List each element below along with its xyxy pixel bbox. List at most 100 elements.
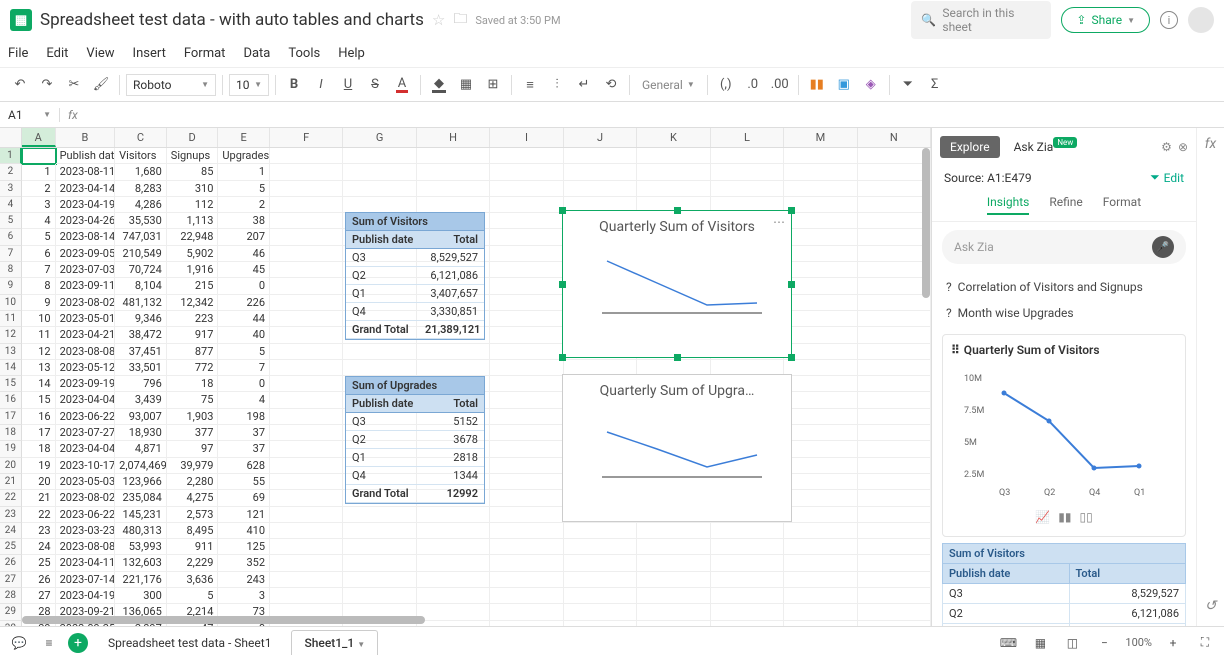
cell[interactable]: 2023-08-02: [56, 490, 116, 506]
text-rotation-button[interactable]: ⟲: [599, 73, 623, 97]
cell[interactable]: 21: [22, 490, 56, 506]
cell[interactable]: [784, 572, 857, 588]
cell[interactable]: 5: [218, 344, 270, 360]
column-header[interactable]: B: [56, 128, 116, 147]
cell[interactable]: [270, 490, 343, 506]
cell[interactable]: [637, 164, 710, 180]
cell[interactable]: 16: [22, 409, 56, 425]
user-avatar[interactable]: [1188, 7, 1214, 33]
cell[interactable]: 132,603: [115, 555, 167, 571]
cell[interactable]: [858, 392, 931, 408]
cell[interactable]: 5: [167, 588, 219, 604]
column-header[interactable]: A: [22, 128, 56, 147]
cell[interactable]: [858, 360, 931, 376]
cell[interactable]: [784, 588, 857, 604]
cell[interactable]: 39,979: [167, 458, 219, 474]
menu-tools[interactable]: Tools: [288, 46, 320, 61]
cell[interactable]: [490, 148, 563, 164]
cell[interactable]: [270, 507, 343, 523]
cell[interactable]: 6: [22, 246, 56, 262]
cell[interactable]: 2023-03-23: [56, 523, 116, 539]
cell[interactable]: 5: [22, 229, 56, 245]
cell[interactable]: 2023-04-19: [56, 588, 116, 604]
cell-reference-box[interactable]: A1▼: [0, 108, 60, 122]
add-sheet-button[interactable]: +: [68, 633, 88, 653]
cell[interactable]: 11: [22, 327, 56, 343]
cell[interactable]: 300: [115, 588, 167, 604]
sheet-tab-2[interactable]: Sheet1_1 ▼: [291, 630, 378, 655]
cell[interactable]: 4: [218, 392, 270, 408]
cell[interactable]: 207: [218, 229, 270, 245]
cell[interactable]: 911: [167, 539, 219, 555]
cell[interactable]: [490, 474, 563, 490]
cell[interactable]: [858, 229, 931, 245]
cell[interactable]: [784, 229, 857, 245]
menu-format[interactable]: Format: [184, 46, 226, 61]
column-header[interactable]: D: [167, 128, 219, 147]
cell[interactable]: [270, 588, 343, 604]
cell[interactable]: [343, 360, 416, 376]
cell[interactable]: [490, 311, 563, 327]
cell[interactable]: 2023-07-27: [56, 425, 116, 441]
decimal-dec-icon[interactable]: .0: [741, 73, 765, 97]
cell[interactable]: 35,530: [115, 213, 167, 229]
cell[interactable]: 221,176: [115, 572, 167, 588]
cell[interactable]: 25: [22, 555, 56, 571]
cell[interactable]: 8,104: [115, 278, 167, 294]
cell[interactable]: [784, 376, 857, 392]
decimal-inc-icon[interactable]: .00: [768, 73, 792, 97]
align-left-button[interactable]: ≡: [518, 73, 542, 97]
menu-view[interactable]: View: [86, 46, 114, 61]
text-color-button[interactable]: A: [390, 73, 414, 97]
cell[interactable]: [343, 588, 416, 604]
cell[interactable]: [270, 392, 343, 408]
menu-help[interactable]: Help: [338, 46, 365, 61]
cell[interactable]: Upgrades: [218, 148, 270, 164]
cell[interactable]: [858, 181, 931, 197]
cell[interactable]: [637, 572, 710, 588]
cell[interactable]: [417, 523, 490, 539]
cell[interactable]: [490, 246, 563, 262]
scissors-icon[interactable]: ✂: [62, 73, 86, 97]
cell[interactable]: 7: [22, 262, 56, 278]
cell[interactable]: [490, 262, 563, 278]
cell[interactable]: [343, 181, 416, 197]
cell[interactable]: [784, 555, 857, 571]
cell[interactable]: 3: [218, 588, 270, 604]
chart-upgrades[interactable]: Quarterly Sum of Upgra…: [562, 374, 792, 522]
cell[interactable]: [417, 197, 490, 213]
tab-format[interactable]: Format: [1103, 195, 1141, 215]
cell[interactable]: [343, 148, 416, 164]
cell[interactable]: 2023-04-26: [56, 213, 116, 229]
close-panel-icon[interactable]: ⊗: [1178, 140, 1188, 154]
cell[interactable]: [343, 507, 416, 523]
cell[interactable]: 1: [218, 164, 270, 180]
cell[interactable]: 4,286: [115, 197, 167, 213]
help-icon[interactable]: i: [1160, 11, 1178, 29]
cell[interactable]: 352: [218, 555, 270, 571]
strikethrough-button[interactable]: S: [363, 73, 387, 97]
cell[interactable]: [270, 181, 343, 197]
cell[interactable]: [417, 164, 490, 180]
cell[interactable]: 37: [218, 441, 270, 457]
cell[interactable]: [270, 278, 343, 294]
chart-menu-icon[interactable]: ⋯: [773, 215, 785, 229]
cell[interactable]: [711, 572, 784, 588]
filter-icon[interactable]: ⏷: [896, 73, 920, 97]
cell[interactable]: 2023-04-04: [56, 441, 116, 457]
merge-button[interactable]: ⊞: [481, 73, 505, 97]
cell[interactable]: [784, 539, 857, 555]
cell[interactable]: [784, 458, 857, 474]
cell[interactable]: [858, 555, 931, 571]
cell[interactable]: [490, 164, 563, 180]
cell[interactable]: [858, 409, 931, 425]
cell[interactable]: [490, 458, 563, 474]
cell[interactable]: 9,346: [115, 311, 167, 327]
cell[interactable]: [858, 278, 931, 294]
cell[interactable]: [417, 148, 490, 164]
undo-button[interactable]: ↶: [8, 73, 32, 97]
cell[interactable]: 2023-09-11: [56, 278, 116, 294]
cell[interactable]: [784, 392, 857, 408]
cell[interactable]: [270, 246, 343, 262]
column-chart-icon[interactable]: ▯▯: [1079, 510, 1092, 524]
